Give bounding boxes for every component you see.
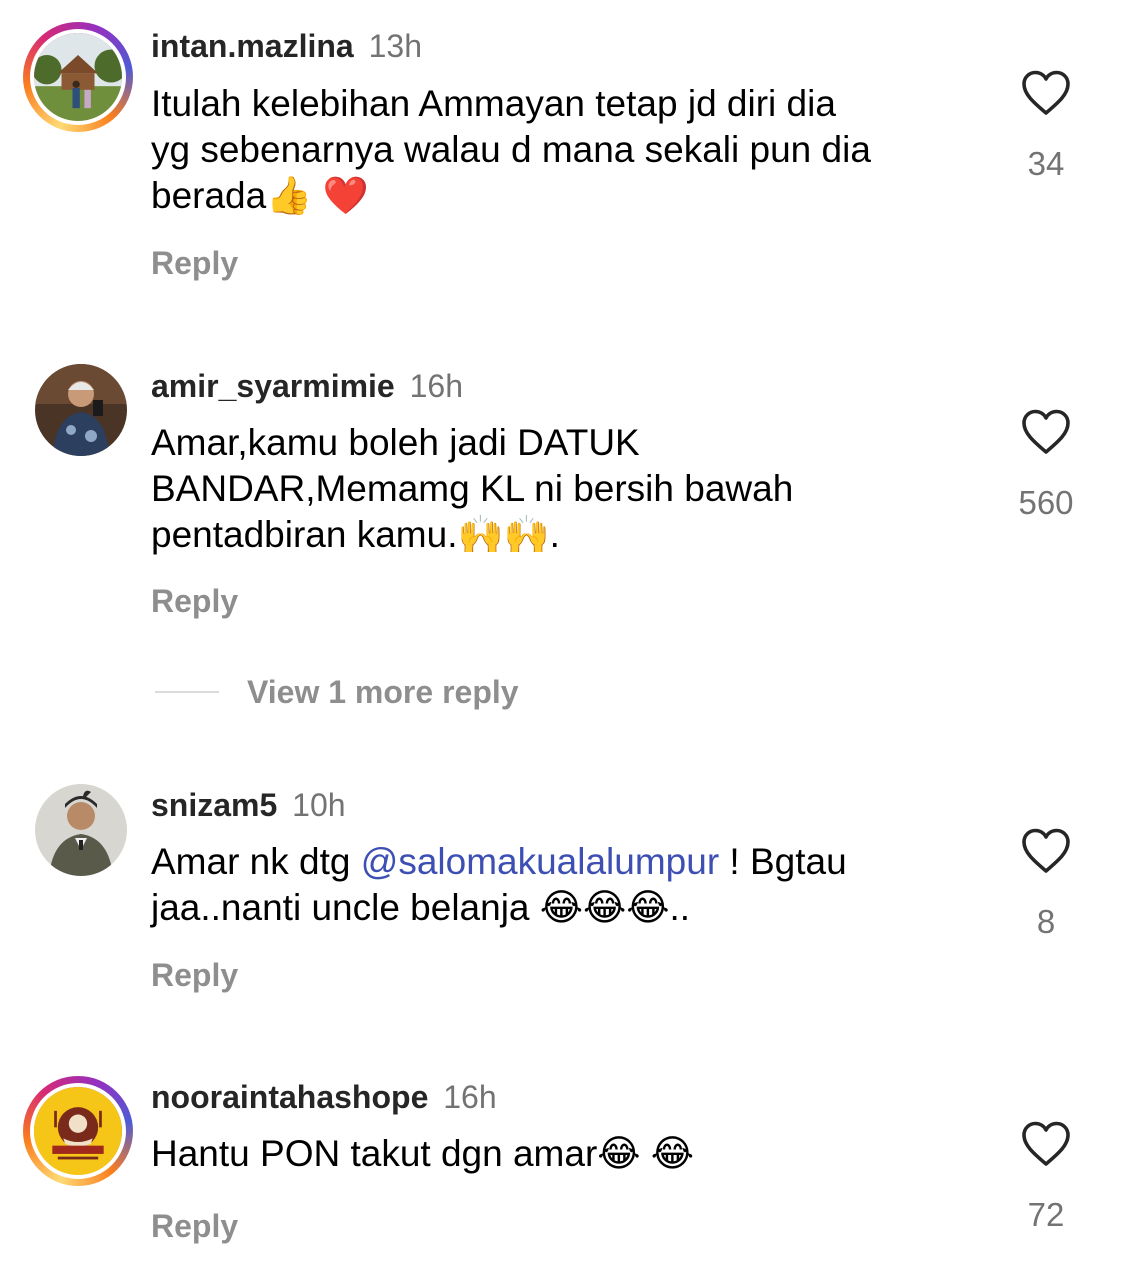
comment-meta: intan.mazlina 13h (151, 26, 422, 66)
username[interactable]: amir_syarmimie (151, 368, 395, 404)
heart-icon[interactable] (1021, 409, 1071, 455)
avatar[interactable] (23, 1076, 133, 1186)
comment-text-line: BANDAR,Memamg KL ni bersih bawah (151, 468, 794, 509)
comment-text-line-1: Amar nk dtg @salomakualalumpur ! Bgtau (151, 839, 991, 885)
comment-text-line: berada👍 ❤️ (151, 175, 369, 216)
like-control: 34 (1000, 70, 1092, 184)
reply-button[interactable]: Reply (151, 243, 238, 283)
username[interactable]: nooraintahashope (151, 1079, 428, 1115)
like-control: 560 (1000, 409, 1092, 523)
like-count: 8 (1036, 903, 1056, 940)
avatar[interactable] (23, 364, 133, 474)
avatar[interactable] (23, 784, 133, 894)
text-segment: ! Bgtau (719, 841, 847, 882)
comment-text-line: Itulah kelebihan Ammayan tetap jd diri d… (151, 83, 836, 124)
username[interactable]: intan.mazlina (151, 28, 354, 64)
thread-divider (155, 691, 219, 693)
heart-icon[interactable] (1021, 70, 1071, 116)
like-control: 72 (1000, 1121, 1092, 1235)
comment-text: Hantu PON takut dgn amar😂 😂 (151, 1131, 991, 1177)
like-count: 72 (1027, 1196, 1065, 1233)
view-more-replies-button[interactable]: View 1 more reply (155, 670, 519, 714)
reply-button[interactable]: Reply (151, 581, 238, 621)
avatar[interactable] (23, 22, 133, 132)
mention-link[interactable]: @salomakualalumpur (361, 841, 719, 882)
username[interactable]: snizam5 (151, 787, 277, 823)
comment-text: Itulah kelebihan Ammayan tetap jd diri d… (151, 81, 991, 219)
comment-text: Amar,kamu boleh jadi DATUK BANDAR,Memamg… (151, 420, 991, 558)
avatar-image (30, 29, 126, 125)
timestamp: 16h (409, 368, 463, 404)
reply-button[interactable]: Reply (151, 1206, 238, 1246)
avatar-image (30, 1083, 126, 1179)
comment-text-line-2: jaa..nanti uncle belanja 😂😂😂.. (151, 887, 691, 928)
like-count: 34 (1027, 145, 1065, 182)
heart-icon[interactable] (1021, 1121, 1071, 1167)
like-count: 560 (1018, 484, 1074, 521)
comment-text: Amar nk dtg @salomakualalumpur ! Bgtau j… (151, 839, 991, 931)
comment-meta: amir_syarmimie 16h (151, 366, 463, 406)
text-segment: Amar nk dtg (151, 841, 361, 882)
comment-text-line: Hantu PON takut dgn amar😂 😂 (151, 1133, 695, 1174)
heart-icon[interactable] (1021, 828, 1071, 874)
comment-text-line: yg sebenarnya walau d mana sekali pun di… (151, 129, 871, 170)
comment-text-line: pentadbiran kamu.🙌🙌. (151, 514, 560, 555)
timestamp: 10h (292, 787, 346, 823)
avatar-image (35, 364, 127, 456)
timestamp: 16h (443, 1079, 497, 1115)
timestamp: 13h (368, 28, 422, 64)
avatar-image (35, 784, 127, 876)
comment-text-line: Amar,kamu boleh jadi DATUK (151, 422, 640, 463)
reply-button[interactable]: Reply (151, 955, 238, 995)
view-more-label: View 1 more reply (247, 673, 519, 710)
comment-meta: nooraintahashope 16h (151, 1077, 497, 1117)
like-control: 8 (1000, 828, 1092, 942)
comment-meta: snizam5 10h (151, 785, 346, 825)
